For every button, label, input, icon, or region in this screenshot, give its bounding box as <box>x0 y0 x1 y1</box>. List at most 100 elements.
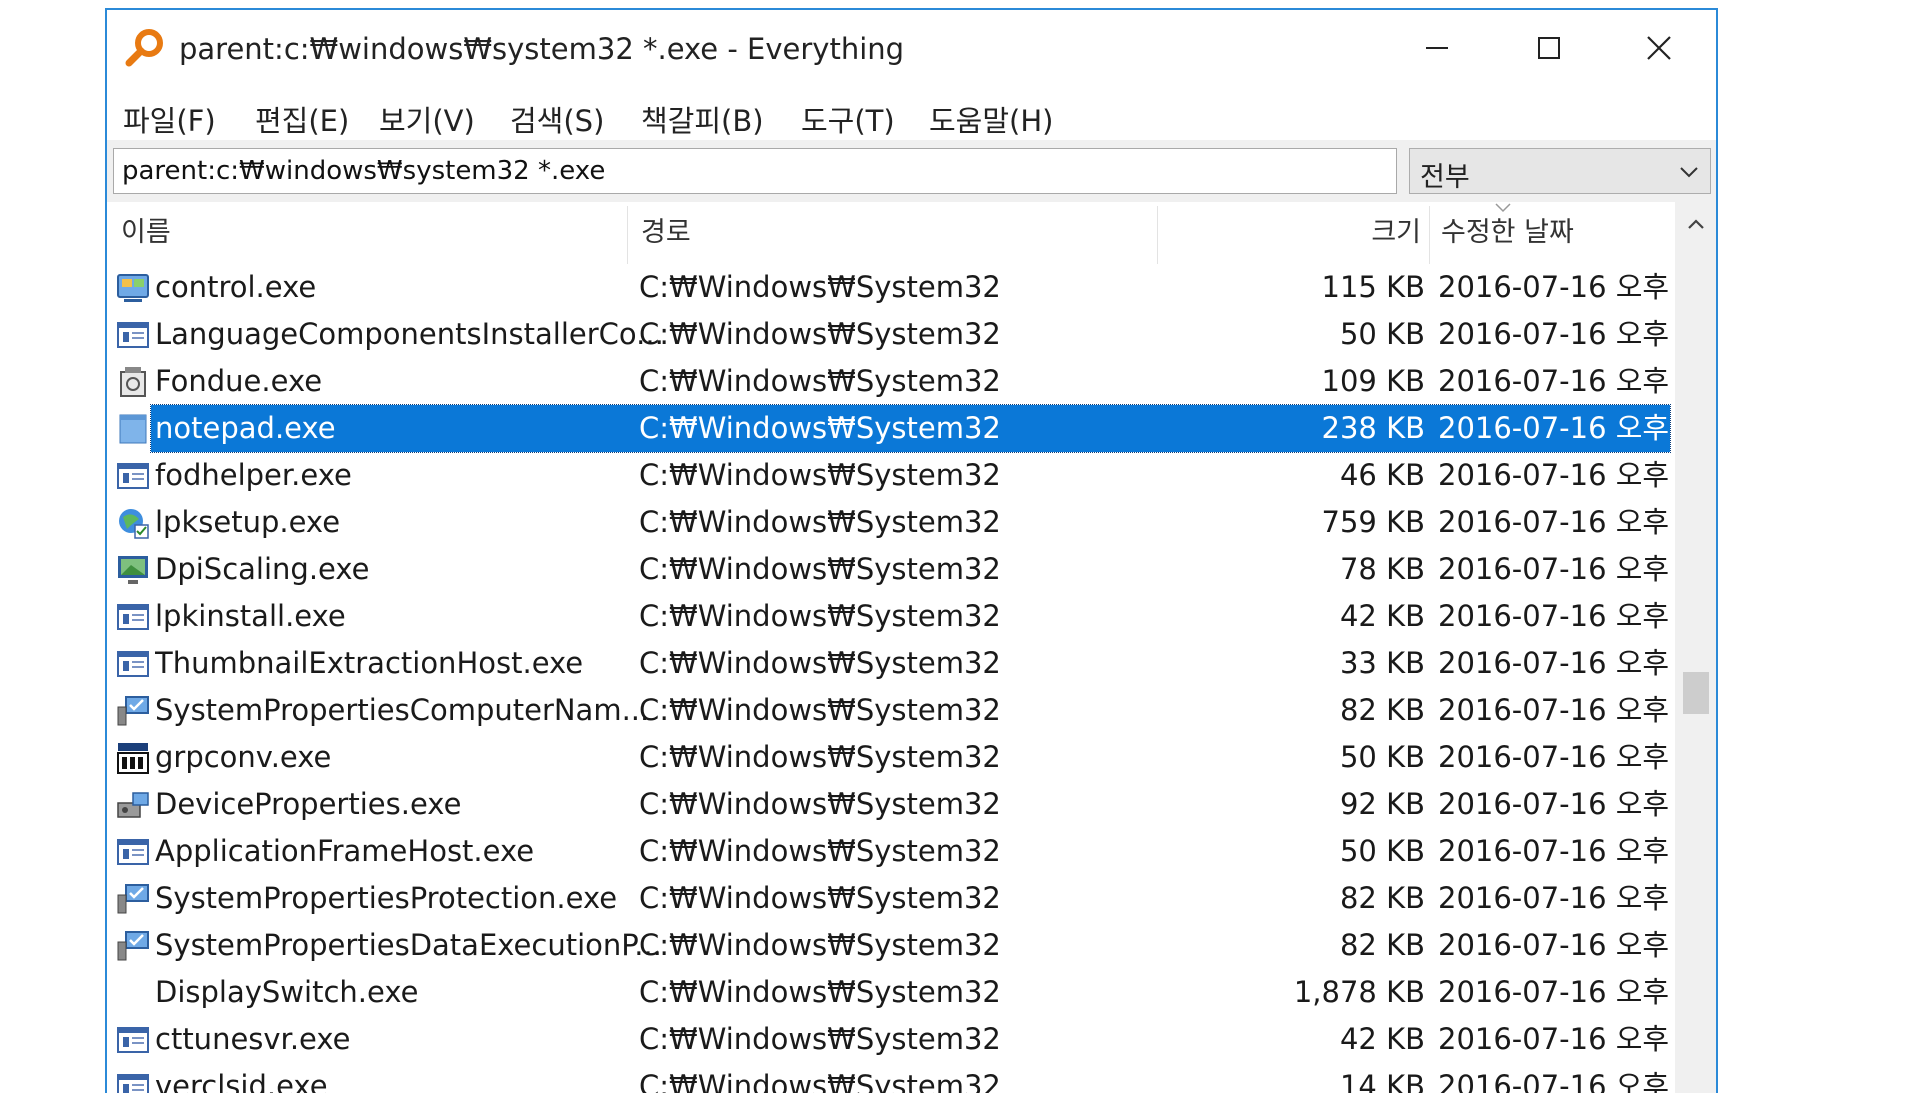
magnifier-icon <box>125 29 163 67</box>
file-path: C:₩Windows₩System32 <box>639 599 1001 633</box>
table-row[interactable]: cttunesvr.exe C:₩Windows₩System32 42 KB 201… <box>107 1016 1716 1063</box>
filter-dropdown[interactable]: 전부 <box>1409 148 1711 194</box>
menu-file[interactable]: 파일(F) <box>123 98 216 140</box>
file-size: 50 KB <box>1339 834 1425 868</box>
results-list[interactable]: 이름 경로 크기 수정한 날짜 control.exe C:₩Windows₩Sy… <box>107 202 1716 1093</box>
system-properties-icon <box>117 696 149 726</box>
title-bar[interactable]: parent:c:₩windows₩system32 *.exe - Every… <box>107 10 1716 86</box>
maximize-icon <box>1538 37 1560 59</box>
table-row[interactable]: SystemPropertiesDataExecutionP... C:₩Wind… <box>107 922 1716 969</box>
column-header: 이름 경로 크기 수정한 날짜 <box>107 202 1672 264</box>
close-button[interactable] <box>1619 22 1699 74</box>
maximize-button[interactable] <box>1509 22 1589 74</box>
system-properties-icon <box>117 931 149 961</box>
file-basename: ApplicationFrameHost <box>155 834 474 868</box>
column-modified[interactable]: 수정한 날짜 <box>1441 202 1661 264</box>
column-divider[interactable] <box>627 206 628 264</box>
table-row[interactable]: fodhelper.exe C:₩Windows₩System32 46 KB 201… <box>107 452 1716 499</box>
minimize-icon <box>1426 47 1448 49</box>
table-row[interactable]: ApplicationFrameHost.exe C:₩Windows₩Syste… <box>107 828 1716 875</box>
app-window-icon <box>117 322 149 348</box>
table-row[interactable]: lpksetup.exe C:₩Windows₩System32 759 KB 201… <box>107 499 1716 546</box>
file-basename: SystemPropertiesDataExecutionP... <box>155 928 662 962</box>
file-path: C:₩Windows₩System32 <box>639 411 1001 445</box>
table-row[interactable]: DpiScaling.exe C:₩Windows₩System32 78 KB 20… <box>107 546 1716 593</box>
table-row[interactable]: LanguageComponentsInstallerCo... C:₩Windo… <box>107 311 1716 358</box>
file-size: 82 KB <box>1339 693 1425 727</box>
file-extension: .exe <box>308 552 370 586</box>
file-basename: SystemPropertiesComputerNam... <box>155 693 650 727</box>
file-size: 92 KB <box>1339 787 1425 821</box>
file-size: 42 KB <box>1339 1022 1425 1056</box>
file-size: 115 KB <box>1321 270 1425 304</box>
file-extension: .exe <box>279 505 341 539</box>
app-window-icon <box>117 839 149 865</box>
system-properties-icon <box>117 884 149 914</box>
file-extension: .exe <box>522 646 584 680</box>
file-path: C:₩Windows₩System32 <box>639 364 1001 398</box>
table-row[interactable]: verclsid.exe C:₩Windows₩System32 14 KB 2016… <box>107 1063 1716 1093</box>
devices-icon <box>117 792 149 818</box>
column-name[interactable]: 이름 <box>121 202 621 264</box>
file-path: C:₩Windows₩System32 <box>639 552 1001 586</box>
file-basename: control <box>155 270 256 304</box>
table-row[interactable]: ThumbnailExtractionHost.exe C:₩Windows₩Sy… <box>107 640 1716 687</box>
file-basename: lpksetup <box>155 505 280 539</box>
file-extension: .exe <box>285 599 346 633</box>
file-size: 42 KB <box>1339 599 1425 633</box>
table-row[interactable]: SystemPropertiesComputerNam... C:₩Windows… <box>107 687 1716 734</box>
file-path: C:₩Windows₩System32 <box>639 693 1001 727</box>
globe-icon <box>119 509 149 539</box>
app-window-icon <box>117 1027 149 1053</box>
blank-icon <box>115 975 151 1011</box>
file-path: C:₩Windows₩System32 <box>639 928 1001 962</box>
table-row[interactable]: Fondue.exe C:₩Windows₩System32 109 KB 2016-… <box>107 358 1716 405</box>
close-icon <box>1647 36 1671 60</box>
table-row[interactable]: SystemPropertiesProtection.exe C:₩Windows… <box>107 875 1716 922</box>
menu-bookmarks[interactable]: 책갈피(B) <box>641 98 764 140</box>
file-basename: fodhelper <box>155 458 292 492</box>
notepad-icon <box>119 414 147 444</box>
table-row[interactable]: DisplaySwitch.exe C:₩Windows₩System32 1,87… <box>107 969 1716 1016</box>
sort-down-icon <box>1495 203 1511 213</box>
file-size: 109 KB <box>1321 364 1425 398</box>
menu-view[interactable]: 보기(V) <box>379 98 475 140</box>
scroll-up-button[interactable] <box>1675 202 1716 246</box>
app-window-icon <box>117 463 149 489</box>
file-basename: grpconv <box>155 740 271 774</box>
column-divider[interactable] <box>1429 206 1430 264</box>
file-path: C:₩Windows₩System32 <box>639 834 1001 868</box>
menu-tools[interactable]: 도구(T) <box>801 98 895 140</box>
vertical-scrollbar[interactable] <box>1675 202 1716 1093</box>
file-path: C:₩Windows₩System32 <box>639 787 1001 821</box>
table-row[interactable]: control.exe C:₩Windows₩System32 115 KB 2016… <box>107 264 1716 311</box>
file-path: C:₩Windows₩System32 <box>639 740 1001 774</box>
menu-edit[interactable]: 편집(E) <box>255 98 349 140</box>
file-extension: .exe <box>291 458 352 492</box>
file-basename: DpiScaling <box>155 552 309 586</box>
app-window-icon <box>117 604 149 630</box>
file-basename: SystemPropertiesProtection <box>155 881 557 915</box>
file-size: 50 KB <box>1339 740 1425 774</box>
window-title: parent:c:₩windows₩system32 *.exe - Every… <box>179 32 905 66</box>
table-row[interactable]: DeviceProperties.exe C:₩Windows₩System32 9… <box>107 781 1716 828</box>
menu-bar: 파일(F) 편집(E) 보기(V) 검색(S) 책갈피(B) 도구(T) 도움말… <box>107 90 1716 140</box>
column-size[interactable]: 크기 <box>1163 202 1421 264</box>
scroll-thumb[interactable] <box>1683 672 1709 714</box>
file-size: 238 KB <box>1321 411 1425 445</box>
file-size: 82 KB <box>1339 881 1425 915</box>
file-path: C:₩Windows₩System32 <box>639 505 1001 539</box>
file-extension: .exe <box>261 364 323 398</box>
menu-help[interactable]: 도움말(H) <box>929 98 1053 140</box>
table-row[interactable]: lpkinstall.exe C:₩Windows₩System32 42 KB 20… <box>107 593 1716 640</box>
menu-search[interactable]: 검색(S) <box>510 98 604 140</box>
file-size: 78 KB <box>1339 552 1425 586</box>
search-input[interactable] <box>113 148 1397 194</box>
table-row[interactable]: notepad.exe C:₩Windows₩System32 238 KB 2016… <box>107 404 1716 453</box>
column-path[interactable]: 경로 <box>641 202 1161 264</box>
file-path: C:₩Windows₩System32 <box>639 881 1001 915</box>
minimize-button[interactable] <box>1397 22 1477 74</box>
file-basename: ThumbnailExtractionHost <box>155 646 523 680</box>
table-row[interactable]: grpconv.exe C:₩Windows₩System32 50 KB 2016-… <box>107 734 1716 781</box>
column-divider[interactable] <box>1157 206 1158 264</box>
